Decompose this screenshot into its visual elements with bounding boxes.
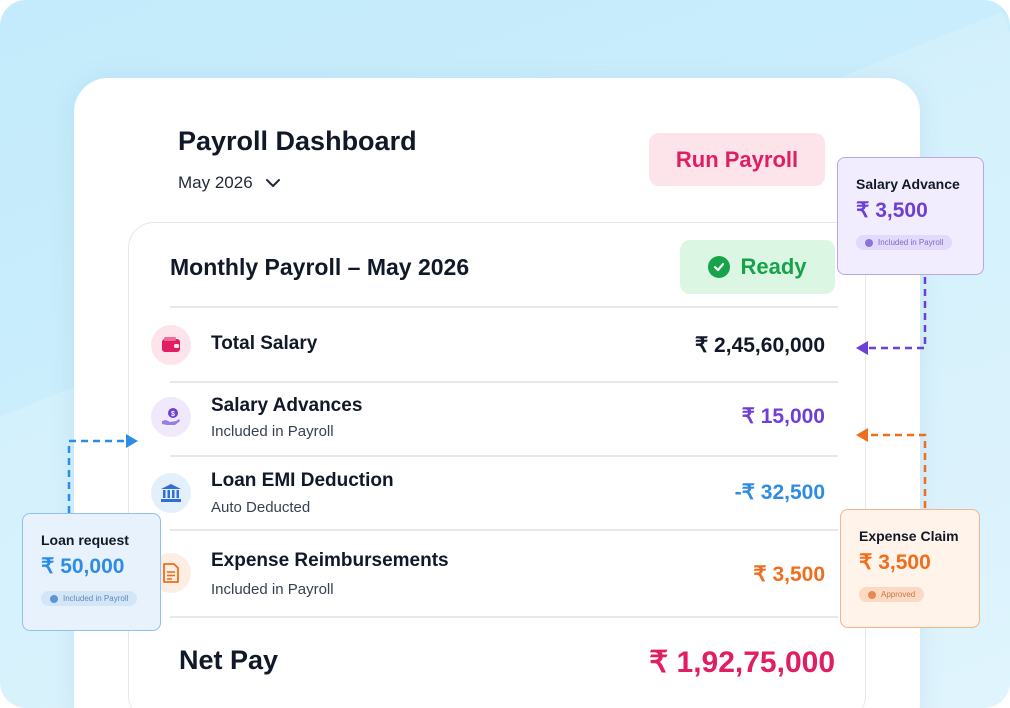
arrowhead-icon [856, 428, 868, 442]
loan-request-connector [67, 439, 128, 513]
arrowhead-icon [126, 434, 138, 448]
chip-label: Included in Payroll [878, 238, 944, 247]
status-badge: Included in Payroll [856, 235, 953, 250]
salary-advance-card[interactable]: Salary Advance ₹ 3,500 Included in Payro… [837, 157, 984, 275]
salary-advance-connector [866, 277, 927, 350]
status-badge: Approved [859, 587, 925, 602]
status-badge: Included in Payroll [41, 591, 138, 606]
expense-claim-card[interactable]: Expense Claim ₹ 3,500 Approved [840, 509, 980, 628]
loan-request-card[interactable]: Loan request ₹ 50,000 Included in Payrol… [22, 513, 161, 631]
expense-claim-title: Expense Claim [859, 528, 959, 544]
chip-label: Approved [881, 590, 916, 599]
expense-claim-connector [866, 433, 927, 508]
salary-advance-title: Salary Advance [856, 176, 960, 192]
check-icon [50, 594, 58, 603]
loan-request-title: Loan request [41, 532, 129, 548]
arrowhead-icon [856, 341, 868, 355]
expense-claim-amount: ₹ 3,500 [859, 551, 931, 574]
salary-advance-amount: ₹ 3,500 [856, 199, 928, 222]
check-icon [865, 238, 873, 247]
check-icon [868, 590, 876, 599]
loan-request-amount: ₹ 50,000 [41, 555, 125, 578]
chip-label: Included in Payroll [63, 594, 129, 603]
